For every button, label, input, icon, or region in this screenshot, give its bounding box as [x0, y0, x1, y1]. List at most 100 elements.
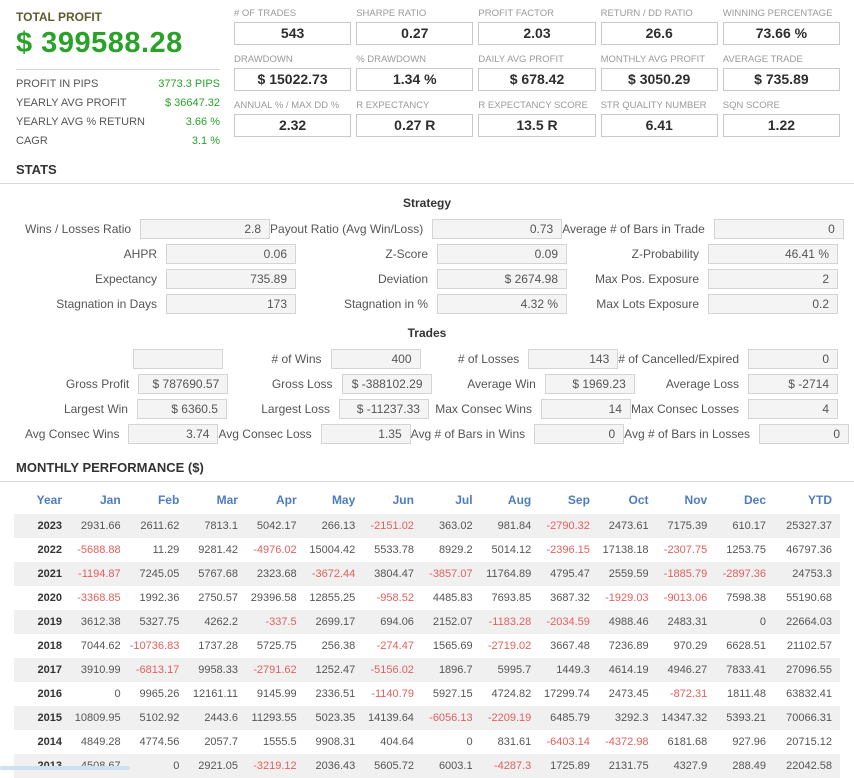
- monthly-cell: 927.96: [732, 736, 766, 748]
- monthly-header-jul: Jul: [455, 493, 473, 507]
- monthly-cell: 3612.38: [80, 616, 121, 628]
- monthly-performance-section: MONTHLY PERFORMANCE ($) Year Jan Feb Mar Apr…: [0, 460, 854, 778]
- monthly-cell: 6181.68: [667, 736, 708, 748]
- stat-value-box: 4.32 %: [437, 294, 567, 314]
- monthly-cell: 17299.74: [544, 688, 590, 700]
- monthly-cell: 6003.1: [438, 760, 473, 772]
- stat-pair-ahpr: AHPR 0.06: [25, 244, 296, 264]
- metric-label: WINNING PERCENTAGE: [722, 8, 833, 19]
- metric-label: DRAWDOWN: [234, 54, 293, 65]
- monthly-cell: 55190.68: [786, 592, 832, 604]
- monthly-cell: -6403.14: [546, 736, 590, 748]
- monthly-cell: 2483.31: [667, 616, 708, 628]
- monthly-cell: 970.29: [673, 640, 708, 652]
- stat-value-box: 3.74: [128, 424, 219, 444]
- monthly-header-may: May: [331, 493, 356, 507]
- year-cell: 2023: [37, 520, 62, 532]
- summary-rows: PROFIT IN PIPS 3773.3 PIPS YEARLY AVG PROF…: [16, 74, 220, 150]
- stat-label: Average Win: [467, 377, 536, 391]
- summary-row-label: YEARLY AVG PROFIT: [16, 96, 127, 109]
- stat-label: Avg # of Bars in Losses: [624, 427, 751, 441]
- monthly-header-oct: Oct: [628, 493, 649, 507]
- metric-of-trades: # OF TRADES 543: [234, 8, 352, 45]
- monthly-cell: -958.52: [376, 592, 414, 604]
- monthly-cell: -10736.83: [129, 640, 180, 652]
- stat-pair-blank: [25, 349, 223, 369]
- monthly-cell: 5533.78: [374, 544, 414, 556]
- monthly-cell: 4774.56: [139, 736, 180, 748]
- monthly-row-2021: 2021 -1194.87 7245.05 5767.68 2323.68 -3672.4…: [14, 562, 840, 586]
- stat-row: Largest Win $ 6360.5 Largest Loss $ -11237.…: [25, 399, 838, 419]
- monthly-cell: 5393.21: [726, 712, 766, 724]
- summary-row-label: PROFIT IN PIPS: [16, 77, 99, 90]
- stat-row: AHPR 0.06 Z-Score 0.09 Z-Probability 46.41 %: [25, 244, 838, 264]
- metric-winning-percentage: WINNING PERCENTAGE 73.66 %: [722, 8, 840, 45]
- monthly-cell: -5688.88: [77, 544, 121, 556]
- stat-pair-avg-consec-loss: Avg Consec Loss 1.35: [218, 424, 411, 444]
- stat-label: Max Lots Exposure: [596, 297, 699, 311]
- monthly-row-2018: 2018 7044.62 -10736.83 1737.28 5725.75 256.38…: [14, 634, 840, 658]
- stats-divider: [0, 183, 854, 184]
- monthly-cell: -2396.15: [546, 544, 590, 556]
- monthly-cell: 9908.31: [315, 736, 356, 748]
- monthly-cell: 7833.41: [726, 664, 766, 676]
- monthly-header-ytd: YTD: [808, 493, 832, 507]
- metric-monthly-avg-profit: MONTHLY AVG PROFIT $ 3050.29: [600, 54, 718, 91]
- monthly-cell: 5725.75: [256, 640, 297, 652]
- monthly-cell: -2151.02: [370, 520, 414, 532]
- monthly-cell: 5014.12: [491, 544, 532, 556]
- stat-row: # of Wins 400 # of Losses 143 # of Cancelled…: [25, 349, 838, 369]
- monthly-cell: 1992.36: [139, 592, 180, 604]
- monthly-row-2022: 2022 -5688.88 11.29 9281.42 -4976.02 15004.42…: [14, 538, 840, 562]
- monthly-cell: 8929.2: [438, 544, 473, 556]
- monthly-cell: 9145.99: [256, 688, 297, 700]
- horizontal-scrollbar-thumb[interactable]: [0, 766, 130, 770]
- stat-label: Gross Profit: [65, 377, 130, 391]
- monthly-cell: 4795.47: [550, 568, 590, 580]
- year-cell: 2021: [37, 568, 62, 580]
- stats-section: STATS Strategy Wins / Losses Ratio 2.8 Pay…: [0, 162, 854, 444]
- year-cell: 2020: [37, 592, 62, 604]
- monthly-cell: 5927.15: [432, 688, 473, 700]
- summary-row-value: $ 36647.32: [164, 96, 220, 109]
- monthly-performance-table: Year Jan Feb Mar Apr May Jun Jul Aug Sep Oct Nov Dec…: [14, 486, 840, 778]
- year-cell: 2022: [37, 544, 62, 556]
- metric-value-box: 2.03: [478, 22, 596, 45]
- stat-value-box: 0.06: [166, 244, 296, 264]
- metric-label: # OF TRADES: [234, 8, 297, 19]
- metric-average-trade: AVERAGE TRADE $ 735.89: [722, 54, 840, 91]
- metric-value-box: 2.32: [234, 114, 352, 137]
- monthly-cell: 63832.41: [786, 688, 832, 700]
- monthly-row-2017: 2017 3910.99 -6813.17 9958.33 -2791.62 1252.4…: [14, 658, 840, 682]
- total-profit-label: TOTAL PROFIT: [16, 10, 102, 24]
- year-cell: 2017: [37, 664, 62, 676]
- total-profit-panel: TOTAL PROFIT $ 399588.28 PROFIT IN PIPS 3…: [16, 8, 220, 150]
- monthly-row-2015: 2015 10809.95 5102.92 2443.6 11293.55 5023.35…: [14, 706, 840, 730]
- monthly-cell: 1253.75: [726, 544, 766, 556]
- monthly-cell: 694.06: [380, 616, 414, 628]
- monthly-cell: -2790.32: [546, 520, 590, 532]
- monthly-cell: -2209.19: [487, 712, 532, 724]
- monthly-cell: 9281.42: [198, 544, 238, 556]
- stat-value-box: 2.8: [140, 219, 271, 239]
- stat-value-box: 14: [540, 399, 631, 419]
- stat-pair-z-score: Z-Score 0.09: [296, 244, 567, 264]
- metric-sharpe-ratio: SHARPE RATIO 0.27: [356, 8, 474, 45]
- summary-row-yearly-avg-return: YEARLY AVG % RETURN 3.66 %: [16, 112, 220, 131]
- monthly-cell: -872.31: [669, 688, 708, 700]
- monthly-cell: 7598.38: [726, 592, 766, 604]
- stat-label: Wins / Losses Ratio: [25, 222, 132, 236]
- stat-value-box: $ -388102.29: [341, 374, 432, 394]
- monthly-cell: 0: [759, 616, 766, 628]
- monthly-cell: 7693.85: [491, 592, 532, 604]
- strategy-table: Wins / Losses Ratio 2.8 Payout Ratio (Avg …: [25, 219, 844, 314]
- monthly-cell: -3857.07: [429, 568, 473, 580]
- monthly-cell: 288.49: [732, 760, 766, 772]
- metric-drawdown: DRAWDOWN $ 15022.73: [234, 54, 352, 91]
- monthly-cell: 2443.6: [204, 712, 238, 724]
- monthly-cell: -2791.62: [253, 664, 297, 676]
- monthly-header-row: Year Jan Feb Mar Apr May Jun Jul Aug Sep Oct Nov Dec…: [14, 486, 840, 514]
- monthly-header-jan: Jan: [99, 493, 121, 507]
- monthly-cell: 2131.75: [608, 760, 649, 772]
- stat-label: Max Consec Wins: [435, 402, 532, 416]
